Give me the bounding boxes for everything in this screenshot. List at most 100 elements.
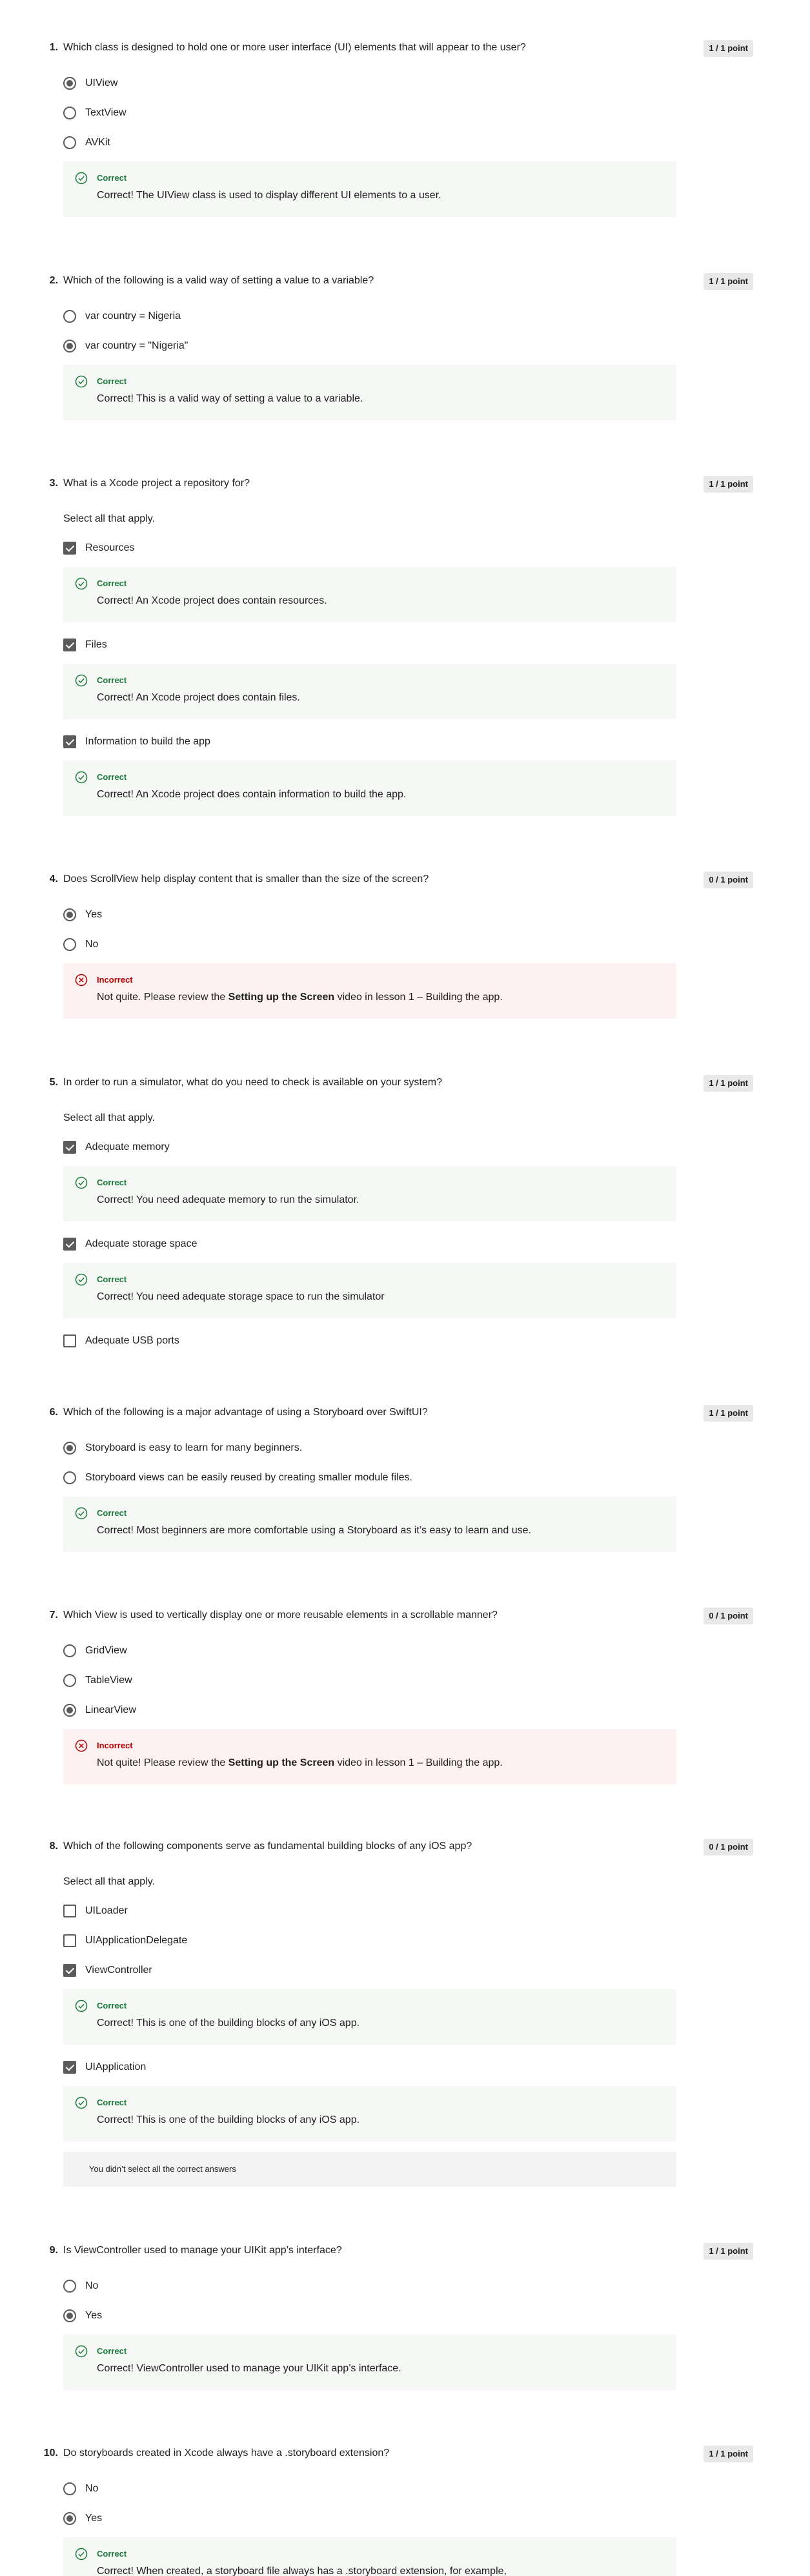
option-memory[interactable]: Adequate memory [63,1140,170,1155]
question-number: 8. [49,1841,58,1852]
feedback-title: Correct [97,772,127,782]
option-uiapplicationdelegate[interactable]: UIApplicationDelegate [63,1933,187,1948]
feedback-text: Correct! Most beginners are more comfort… [97,1525,531,1536]
radio-button[interactable] [63,1674,76,1687]
radio-button[interactable] [63,310,76,323]
checkbox[interactable] [63,1964,76,1977]
feedback-title: Incorrect [97,1741,133,1750]
option-yes[interactable]: Yes [63,907,102,923]
radio-button[interactable] [63,2512,76,2525]
question-text: Does ScrollView help display content tha… [63,874,429,884]
check-circle-icon [75,2096,88,2109]
points-badge: 0 / 1 point [704,1608,753,1624]
instruction-text: Select all that apply. [63,1876,156,1887]
check-circle-icon [75,1507,88,1520]
radio-button[interactable] [63,107,76,119]
checkbox[interactable] [63,1141,76,1154]
checkbox[interactable] [63,639,76,651]
option-viewcontroller[interactable]: ViewController [63,1963,152,1978]
feedback-text: Correct! You need adequate memory to run… [97,1194,359,1205]
option-yes[interactable]: Yes [63,2511,102,2526]
option-linearview[interactable]: LinearView [63,1702,136,1718]
option-usb[interactable]: Adequate USB ports [63,1333,179,1349]
checkbox[interactable] [63,1905,76,1917]
option-uiapplication[interactable]: UIApplication [63,2060,146,2075]
option-gridview[interactable]: GridView [63,1643,127,1659]
radio-button[interactable] [63,1442,76,1455]
option-textview[interactable]: TextView [63,105,127,121]
option-unquoted[interactable]: var country = Nigeria [63,309,181,324]
radio-button[interactable] [63,77,76,90]
option-storage[interactable]: Adequate storage space [63,1236,197,1252]
option-label: LinearView [85,1704,136,1715]
feedback-correct: Correct Correct! You need adequate memor… [63,1166,676,1222]
points-badge: 1 / 1 point [704,1075,753,1092]
feedback-correct: Correct Correct! You need adequate stora… [63,1263,676,1318]
checkbox[interactable] [63,2061,76,2074]
radio-button[interactable] [63,340,76,353]
option-quoted[interactable]: var country = "Nigeria" [63,338,188,354]
option-uiloader[interactable]: UILoader [63,1903,128,1919]
instruction-text: Select all that apply. [63,1112,156,1123]
radio-button[interactable] [63,2309,76,2322]
checkbox[interactable] [63,1334,76,1347]
question-number: 6. [49,1407,58,1418]
option-label: var country = "Nigeria" [85,340,188,351]
radio-button[interactable] [63,908,76,921]
option-no[interactable]: No [63,2481,98,2497]
question-8: 8. Which of the following components ser… [0,1839,789,1857]
option-no[interactable]: No [63,2278,98,2294]
option-build-info[interactable]: Information to build the app [63,734,210,750]
option-label: Adequate memory [85,1141,170,1152]
feedback-title: Correct [97,675,127,685]
feedback-correct: Correct Correct! This is one of the buil… [63,1989,676,2045]
option-avkit[interactable]: AVKit [63,135,110,150]
option-files[interactable]: Files [63,637,107,653]
option-label: var country = Nigeria [85,311,181,322]
video-title: Setting up the Screen [228,1757,335,1768]
radio-button[interactable] [63,136,76,149]
option-tableview[interactable]: TableView [63,1673,132,1688]
option-resources[interactable]: Resources [63,540,134,556]
radio-button[interactable] [63,1704,76,1717]
partial-answer-note: You didn’t select all the correct answer… [63,2152,676,2187]
radio-button[interactable] [63,1471,76,1484]
option-no[interactable]: No [63,937,98,952]
points-badge: 1 / 1 point [704,273,753,290]
feedback-correct: Correct Correct! This is one of the buil… [63,2086,676,2142]
feedback-correct: Correct Correct! Most beginners are more… [63,1497,676,1552]
feedback-title: Incorrect [97,975,133,985]
option-label: Information to build the app [85,736,210,747]
radio-button[interactable] [63,2280,76,2293]
radio-button[interactable] [63,1644,76,1657]
checkbox[interactable] [63,542,76,555]
feedback-text: Correct! This is one of the building blo… [97,2018,360,2029]
option-label: Storyboard views can be easily reused by… [85,1472,412,1483]
question-text: Which of the following components serve … [63,1841,472,1852]
question-9: 9. Is ViewController used to manage your… [0,2243,789,2261]
checkbox[interactable] [63,735,76,748]
radio-button[interactable] [63,2482,76,2495]
question-7: 7. Which View is used to vertically disp… [0,1608,789,1626]
option-easy-to-learn[interactable]: Storyboard is easy to learn for many beg… [63,1440,302,1456]
option-uiview[interactable]: UIView [63,76,117,91]
question-text: What is a Xcode project a repository for… [63,478,250,489]
option-label: TextView [85,107,127,118]
feedback-title: Correct [97,2549,127,2559]
checkbox[interactable] [63,1934,76,1947]
option-label: Adequate USB ports [85,1335,179,1346]
radio-button[interactable] [63,938,76,951]
option-reusable-views[interactable]: Storyboard views can be easily reused by… [63,1470,412,1486]
option-label: UIView [85,77,118,88]
feedback-title: Correct [97,2001,127,2010]
option-yes[interactable]: Yes [63,2308,102,2324]
checkbox[interactable] [63,1238,76,1251]
feedback-incorrect: Incorrect Not quite. Please review the S… [63,963,676,1019]
question-2: 2. Which of the following is a valid way… [0,273,789,291]
points-badge: 1 / 1 point [704,1405,753,1422]
option-label: Storyboard is easy to learn for many beg… [85,1442,303,1453]
option-label: No [85,2280,99,2291]
feedback-text: Correct! When created, a storyboard file… [97,2566,507,2576]
option-label: Yes [85,2513,103,2524]
points-badge: 0 / 1 point [704,872,753,888]
